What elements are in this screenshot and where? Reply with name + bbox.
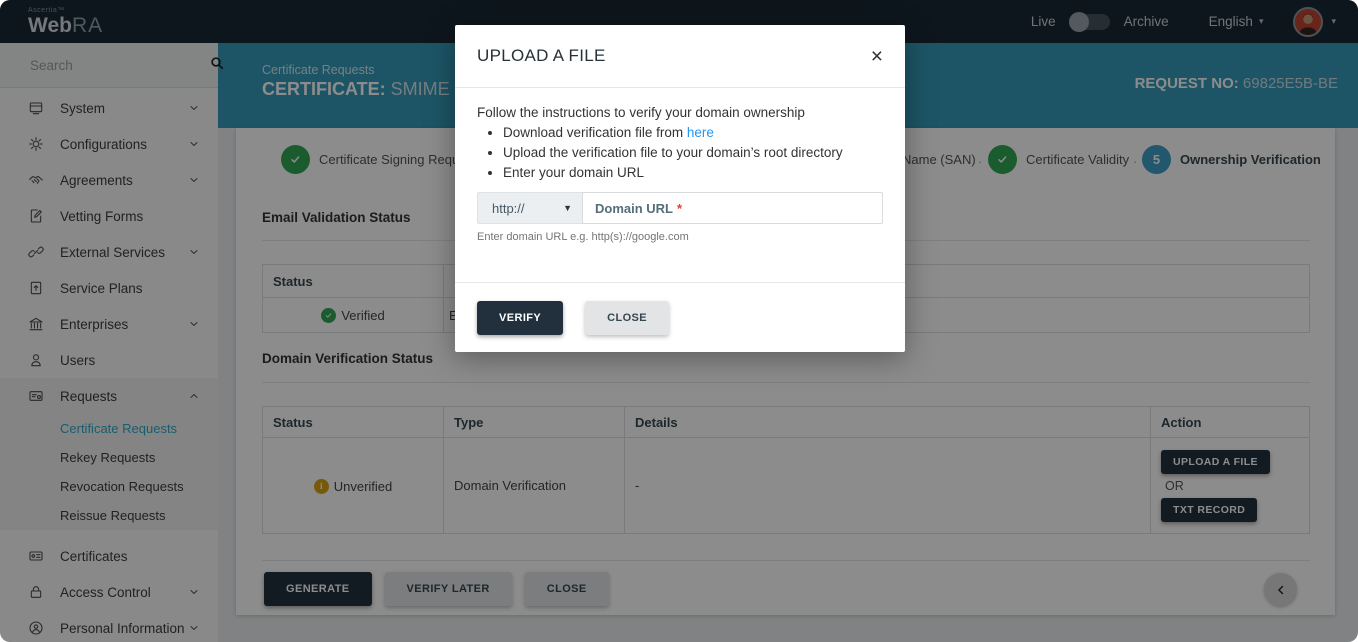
modal-title: UPLOAD A FILE xyxy=(477,46,606,66)
upload-file-modal: UPLOAD A FILE × Follow the instructions … xyxy=(455,25,905,352)
domain-url-placeholder: Domain URL xyxy=(595,201,673,216)
app-window: Ascertia™ WebRA Live Archive English ▾ xyxy=(0,0,1358,642)
download-here-link[interactable]: here xyxy=(687,125,714,140)
modal-intro: Follow the instructions to verify your d… xyxy=(477,105,883,120)
protocol-value: http:// xyxy=(492,201,525,216)
protocol-select[interactable]: http:// ▼ xyxy=(477,192,582,224)
instruction-item: Upload the verification file to your dom… xyxy=(503,145,883,160)
domain-input-row: http:// ▼ Domain URL * xyxy=(477,192,883,224)
instruction-item: Enter your domain URL xyxy=(503,165,883,180)
modal-header: UPLOAD A FILE × xyxy=(455,25,905,88)
dropdown-caret-icon: ▼ xyxy=(563,203,572,213)
modal-close-button[interactable]: CLOSE xyxy=(585,301,669,335)
instruction-list: Download verification file from here Upl… xyxy=(477,125,883,180)
modal-body: Follow the instructions to verify your d… xyxy=(455,88,905,243)
verify-button[interactable]: VERIFY xyxy=(477,301,563,335)
domain-url-input[interactable]: Domain URL * xyxy=(582,192,883,224)
domain-url-helper: Enter domain URL e.g. http(s)://google.c… xyxy=(477,231,883,243)
modal-footer: VERIFY CLOSE xyxy=(455,282,905,352)
instruction-text: Download verification file from xyxy=(503,125,687,140)
instruction-item: Download verification file from here xyxy=(503,125,883,140)
required-asterisk: * xyxy=(677,201,682,216)
close-icon[interactable]: × xyxy=(871,46,883,67)
